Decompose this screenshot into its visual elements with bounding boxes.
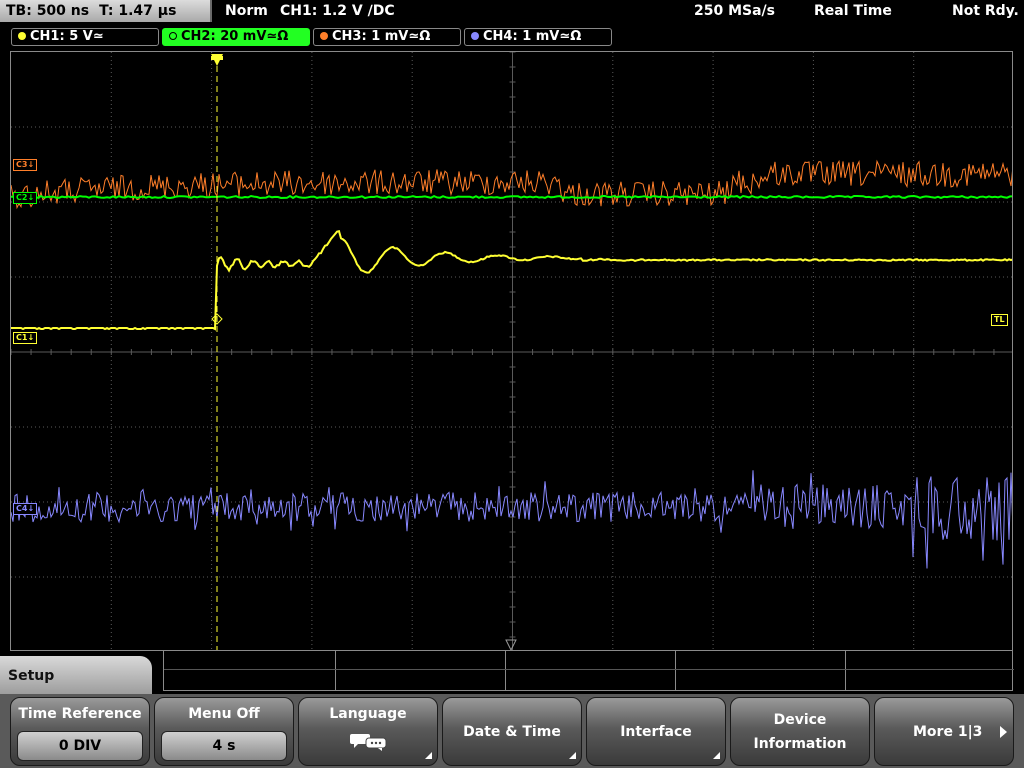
menu-info-area [163,651,1014,691]
ch4-label: CH4: 1 mV≃Ω [483,29,582,44]
trigger-time-value: T: 1.47 µs [99,3,177,19]
acquisition-mode: Real Time [814,3,892,19]
run-state: Not Rdy. [952,3,1019,19]
ch1-offset-marker[interactable]: C1↓ [13,332,38,344]
graticule [11,52,1012,650]
interface-button[interactable]: Interface [586,697,726,766]
ch1-dot-icon [18,32,26,40]
menu-off-label: Menu Off [188,706,260,722]
device-information-label-2: Information [753,736,847,752]
time-reference-icon [505,639,517,650]
interface-label: Interface [620,724,692,740]
trigger-level-marker[interactable]: TL [991,314,1008,326]
arrow-right-icon [1000,726,1007,738]
info-divider [675,651,676,691]
timebase-value: TB: 500 ns [6,3,90,19]
menu-off-value: 4 s [161,731,287,761]
ch2-offset-marker[interactable]: C2↓ [13,192,38,204]
trigger-source[interactable]: CH1: 1.2 V ∕DC [280,0,395,22]
ch2-dot-icon [169,32,177,40]
tab-ch3[interactable]: CH3: 1 mV≃Ω [313,28,461,46]
submenu-corner-icon [569,752,576,759]
date-time-button[interactable]: Date & Time [442,697,582,766]
waveform-display[interactable]: C3↓ C2↓ C1↓ C4↓ TL [10,51,1013,651]
trigger-position-cap [211,56,223,60]
speech-bubble-icon [350,734,387,751]
info-divider [505,651,506,691]
info-divider [845,651,846,691]
device-information-label-1: Device [773,712,827,728]
date-time-label: Date & Time [463,724,561,740]
ch3-dot-icon [320,32,328,40]
ch4-offset-marker[interactable]: C4↓ [13,503,38,515]
ch1-label: CH1: 5 V≃ [30,29,104,44]
trigger-mode[interactable]: Norm [225,0,268,22]
timebase-box[interactable]: TB: 500 ns T: 1.47 µs [0,0,212,22]
submenu-corner-icon [713,752,720,759]
sample-rate: 250 MSa/s [694,3,776,19]
more-button[interactable]: More 1|3 [874,697,1014,766]
ch3-label: CH3: 1 mV≃Ω [332,29,431,44]
time-reference-button[interactable]: Time Reference 0 DIV [10,697,150,766]
info-divider [335,651,336,691]
info-divider [164,669,1014,670]
tab-ch1[interactable]: CH1: 5 V≃ [11,28,159,46]
time-reference-label: Time Reference [18,706,142,722]
status-bar: TB: 500 ns T: 1.47 µs Norm CH1: 1.2 V ∕DC… [0,0,1024,26]
tab-ch4[interactable]: CH4: 1 mV≃Ω [464,28,612,46]
waveform-svg [11,52,1012,650]
more-label: More 1|3 [913,724,983,740]
ch3-offset-marker[interactable]: C3↓ [13,159,38,171]
submenu-corner-icon [425,752,432,759]
ch2-label: CH2: 20 mV≃Ω [181,29,289,44]
menu-off-button[interactable]: Menu Off 4 s [154,697,294,766]
time-reference-value: 0 DIV [17,731,143,761]
ch4-dot-icon [471,32,479,40]
language-button[interactable]: Language [298,697,438,766]
menu-title-tab: Setup [0,656,152,696]
language-label: Language [329,706,407,722]
tab-ch2[interactable]: CH2: 20 mV≃Ω [162,28,310,46]
device-information-button[interactable]: Device Information [730,697,870,766]
